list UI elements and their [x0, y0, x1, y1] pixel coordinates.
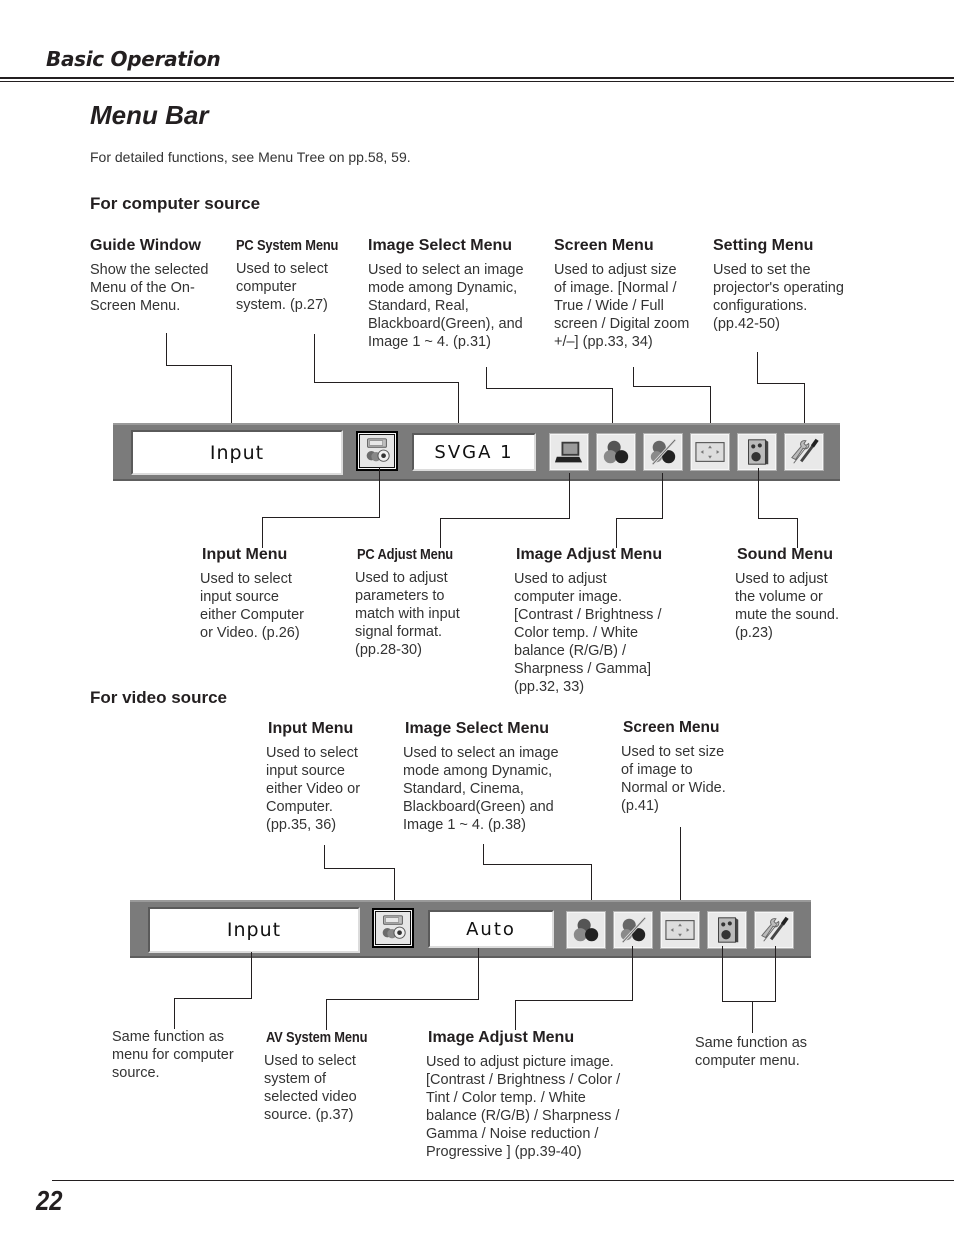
label-screen-menu: Screen Menu Used to adjust size of image… [554, 237, 689, 351]
label-body: Used to select an image mode among Dynam… [403, 745, 559, 833]
label-guide-window: Guide Window Show the selected Menu of t… [90, 237, 209, 315]
label-body: Used to adjust parameters to match with … [355, 570, 460, 658]
label-body: Used to set the projector's operating co… [713, 262, 844, 332]
setting-icon [789, 437, 819, 466]
label-body: Used to adjust size of image. [Normal / … [554, 262, 690, 350]
label-pc-system-menu: PC System Menu Used to select computer s… [236, 237, 355, 314]
label-title: Image Adjust Menu [428, 1029, 575, 1046]
label-title: Guide Window [90, 237, 201, 254]
page-title: Menu Bar [90, 100, 209, 130]
sound-menu-button[interactable] [737, 433, 777, 471]
label-video-image-adjust-menu: Image Adjust Menu Used to adjust picture… [426, 1029, 621, 1161]
guide-window: Input [131, 430, 343, 475]
label-body: Used to set size of image to Normal or W… [621, 744, 726, 814]
input-menu-button[interactable] [356, 431, 398, 471]
label-setting-menu: Setting Menu Used to set the projector's… [713, 237, 844, 333]
pc-system-display[interactable]: SVGA 1 [412, 433, 536, 471]
label-video-image-select-menu: Image Select Menu Used to select an imag… [403, 720, 559, 834]
label-body: Used to adjust the volume or mute the so… [735, 571, 839, 641]
label-body: Used to adjust picture image. [Contrast … [426, 1054, 621, 1160]
label-pc-adjust-menu: PC Adjust Menu Used to adjust parameters… [355, 546, 469, 659]
image-select-icon [573, 918, 599, 942]
video-source-heading: For video source [90, 688, 227, 707]
image-select-icon [603, 440, 629, 464]
label-sound-menu: Sound Menu Used to adjust the volume or … [735, 546, 839, 642]
page-number: 22 [36, 1185, 63, 1216]
screen-menu-button[interactable] [660, 911, 700, 949]
label-title: Input Menu [268, 720, 354, 737]
av-system-display[interactable]: Auto [428, 910, 554, 948]
setting-icon [759, 915, 789, 944]
label-input-menu: Input Menu Used to select input source e… [200, 546, 304, 642]
label-title: Image Select Menu [368, 237, 513, 254]
image-select-menu-button[interactable] [596, 433, 636, 471]
label-body: Same function as computer menu. [695, 1035, 808, 1069]
image-adjust-menu-button[interactable] [643, 433, 683, 471]
menu-bar-video: Input Auto [130, 900, 811, 958]
image-select-menu-button[interactable] [566, 911, 606, 949]
label-body: Used to select an image mode among Dynam… [368, 262, 524, 350]
label-title: PC Adjust Menu [357, 546, 454, 563]
label-body: Same function as menu for computer sourc… [112, 1029, 234, 1081]
label-av-system-menu: AV System Menu Used to select system of … [264, 1029, 384, 1124]
screen-icon [695, 442, 725, 462]
input-menu-icon [382, 915, 406, 939]
label-title: PC System Menu [236, 237, 339, 254]
label-body: Used to select system of selected video … [264, 1053, 357, 1123]
setting-menu-button[interactable] [754, 911, 794, 949]
label-title: Screen Menu [623, 719, 720, 736]
sound-menu-button[interactable] [707, 911, 747, 949]
label-title: Input Menu [202, 546, 288, 563]
label-title: Screen Menu [554, 237, 654, 254]
guide-window: Input [148, 907, 360, 953]
label-body: Used to select input source either Compu… [200, 571, 304, 641]
label-video-same-function: Same function as computer menu. [695, 1034, 807, 1070]
screen-menu-button[interactable] [690, 433, 730, 471]
image-adjust-icon [649, 438, 677, 466]
input-menu-icon [366, 438, 390, 462]
intro-text: For detailed functions, see Menu Tree on… [90, 149, 411, 165]
label-title: Image Adjust Menu [516, 546, 663, 563]
input-menu-button[interactable] [372, 908, 414, 948]
label-title: Sound Menu [737, 546, 833, 563]
label-body: Show the selected Menu of the On- Screen… [90, 262, 209, 314]
image-adjust-menu-button[interactable] [613, 911, 653, 949]
label-title: Setting Menu [713, 237, 814, 254]
pc-adjust-menu-button[interactable] [549, 433, 589, 471]
computer-source-heading: For computer source [90, 194, 261, 213]
label-body: Used to select computer system. (p.27) [236, 261, 328, 313]
laptop-icon [554, 441, 583, 463]
menu-bar-computer: Input SVGA 1 [113, 423, 840, 481]
section-header: Basic Operation [46, 47, 221, 71]
image-adjust-icon [619, 916, 647, 944]
label-image-adjust-menu: Image Adjust Menu Used to adjust compute… [514, 546, 663, 696]
label-video-guide-window: Same function as menu for computer sourc… [112, 1028, 234, 1082]
screen-icon [665, 920, 695, 940]
sound-icon [748, 439, 769, 465]
label-video-screen-menu: Screen Menu Used to set size of image to… [621, 719, 726, 815]
label-video-input-menu: Input Menu Used to select input source e… [266, 720, 361, 834]
header-rule-thin [0, 81, 954, 82]
setting-menu-button[interactable] [784, 433, 824, 471]
label-body: Used to adjust computer image. [Contrast… [514, 571, 662, 695]
label-body: Used to select input source either Video… [266, 745, 361, 833]
footer-rule [52, 1180, 954, 1181]
label-title: Image Select Menu [405, 720, 550, 737]
sound-icon [718, 917, 739, 943]
label-image-select-menu: Image Select Menu Used to select an imag… [368, 237, 524, 351]
header-rule [0, 77, 954, 79]
label-title: AV System Menu [266, 1029, 368, 1046]
